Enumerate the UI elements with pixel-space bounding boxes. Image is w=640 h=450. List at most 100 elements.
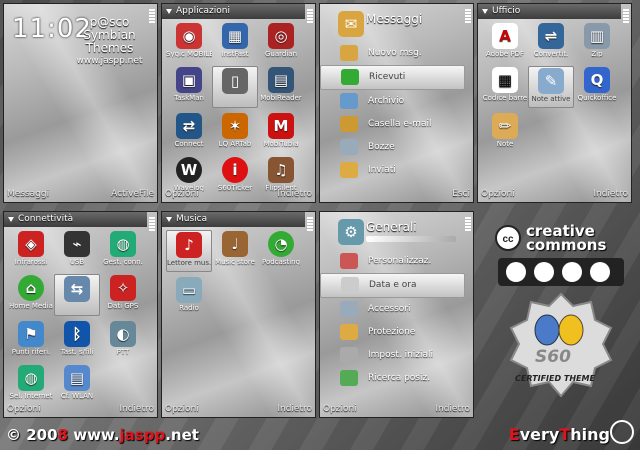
app-note[interactable]: ✏ Note bbox=[482, 112, 528, 152]
softkey-right[interactable]: Indietro bbox=[277, 188, 312, 200]
list-item[interactable]: Casella e-mail bbox=[320, 113, 465, 136]
clock-icon bbox=[341, 277, 359, 293]
app-landmarks[interactable]: ⚑ Punti riferi. bbox=[8, 320, 54, 360]
app-zip[interactable]: ▥ Zip bbox=[574, 22, 620, 62]
softkey-left[interactable]: Opzioni bbox=[165, 404, 199, 414]
softkey-right[interactable]: Indietro bbox=[119, 403, 154, 415]
svg-text:cc: cc bbox=[502, 234, 514, 245]
new-message-icon bbox=[340, 45, 358, 61]
s60-text: S60 bbox=[535, 347, 571, 367]
internet-icon: ◍ bbox=[18, 365, 44, 391]
drafts-icon bbox=[340, 139, 358, 155]
softkey-left[interactable]: Messaggi bbox=[7, 189, 49, 199]
signal-icon bbox=[149, 8, 155, 68]
list-item[interactable]: Archivio bbox=[320, 90, 465, 113]
list-item[interactable]: Accessori bbox=[320, 298, 465, 321]
zip-icon: ▥ bbox=[584, 23, 610, 49]
app-mobireader[interactable]: ▤ MobiReader bbox=[258, 66, 304, 106]
menu-list: Nuovo msg. Ricevuti Archivio Casella e-m… bbox=[320, 42, 465, 182]
app-podcasting[interactable]: ◔ Podcasting bbox=[258, 230, 304, 270]
archive-icon bbox=[340, 93, 358, 109]
personalize-icon bbox=[340, 253, 358, 269]
softkey-right[interactable]: Indietro bbox=[277, 403, 312, 415]
app-grid: ◈ Infrarossi ⌁ USB ◍ Gest. conn. ⌂ Home Medi… bbox=[8, 230, 148, 404]
app-taskman[interactable]: ▣ TaskMan bbox=[166, 66, 212, 106]
everything-icon bbox=[610, 420, 634, 444]
infrared-icon: ◈ bbox=[18, 231, 44, 257]
sent-icon bbox=[340, 162, 358, 178]
list-item[interactable]: Nuovo msg. bbox=[320, 42, 465, 65]
app-wlan[interactable]: ▤ Cf. WLAN bbox=[54, 364, 100, 404]
app-grid: ◉ Sygic MOBILE ▦ InstFast ◎ Guardian ▣ TaskM… bbox=[166, 22, 306, 196]
signal-icon bbox=[307, 8, 313, 68]
app-radio[interactable]: ▭ Radio bbox=[166, 276, 212, 316]
app-active-notes[interactable]: ✎ Note attive bbox=[528, 66, 574, 108]
signal-icon bbox=[623, 8, 629, 68]
list-item[interactable]: Protezione bbox=[320, 321, 465, 344]
barcode-icon: ▦ bbox=[492, 67, 518, 93]
softkey-right[interactable]: Esci bbox=[452, 188, 470, 200]
app-wireless-keyboard[interactable]: ᛒ Tast. s/fili bbox=[54, 320, 100, 360]
app-barcode[interactable]: ▦ Codice barre bbox=[482, 66, 528, 106]
app-connect[interactable]: ⇄ Connect bbox=[166, 112, 212, 152]
list-item[interactable]: Bozze bbox=[320, 136, 465, 159]
ptt-icon: ◐ bbox=[110, 321, 136, 347]
app-instfast[interactable]: ▦ InstFast bbox=[212, 22, 258, 62]
app-internet-select[interactable]: ◍ Sel. Internet bbox=[8, 364, 54, 404]
app-converter[interactable]: ⇌ Convertit. bbox=[528, 22, 574, 62]
app-adobe-pdf[interactable]: A Adobe PDF bbox=[482, 22, 528, 62]
phone-icon: ▯ bbox=[222, 68, 248, 94]
list-item[interactable]: Inviati bbox=[320, 159, 465, 182]
app-guardian[interactable]: ◎ Guardian bbox=[258, 22, 304, 62]
app-lqartab[interactable]: ✶ LQ ARTab bbox=[212, 112, 258, 152]
app-selected[interactable]: ⇆ bbox=[54, 274, 100, 316]
page-title: Messaggi bbox=[366, 12, 423, 26]
app-selected[interactable]: ▯ bbox=[212, 66, 258, 108]
softkey-left[interactable]: Opzioni bbox=[481, 189, 515, 199]
mailbox-icon bbox=[340, 116, 358, 132]
signal-icon bbox=[465, 8, 471, 68]
everything-logo: EveryThing bbox=[508, 425, 610, 444]
softkey-left[interactable]: Opzioni bbox=[165, 189, 199, 199]
app-home-media[interactable]: ⌂ Home Media bbox=[8, 274, 54, 314]
softkey-right[interactable]: Indietro bbox=[435, 403, 470, 415]
taskman-icon: ▣ bbox=[176, 67, 202, 93]
signal-icon bbox=[307, 216, 313, 276]
converter-icon: ⇌ bbox=[538, 23, 564, 49]
podcast-icon: ◔ bbox=[268, 231, 294, 257]
app-music-store[interactable]: ♩ Music store bbox=[212, 230, 258, 270]
screen-ufficio: Ufficio A Adobe PDF ⇌ Convertit. ▥ Zip ▦ Cod… bbox=[477, 3, 632, 203]
header: Ufficio bbox=[478, 4, 621, 19]
list-item[interactable]: Personalizzaz. bbox=[320, 250, 465, 273]
softkey-right[interactable]: ActiveFile bbox=[111, 188, 154, 200]
app-usb[interactable]: ⌁ USB bbox=[54, 230, 100, 270]
sync-icon: ⇆ bbox=[64, 276, 90, 302]
softkey-left[interactable]: Opzioni bbox=[7, 404, 41, 414]
list-item[interactable]: Data e ora bbox=[320, 273, 465, 298]
app-ptt[interactable]: ◐ PTT bbox=[100, 320, 146, 360]
softkey-left[interactable]: Opzioni bbox=[323, 404, 357, 414]
screen-connettivita: Connettività ◈ Infrarossi ⌁ USB ◍ Gest. con… bbox=[3, 211, 158, 418]
list-item[interactable]: Ricevuti bbox=[320, 65, 465, 90]
menu-list: Personalizzaz. Data e ora Accessori Prot… bbox=[320, 250, 465, 390]
wavelog-icon: W bbox=[176, 157, 202, 183]
app-infrared[interactable]: ◈ Infrarossi bbox=[8, 230, 54, 270]
softkeys: Opzioni Indietro bbox=[165, 188, 312, 200]
app-sygic[interactable]: ◉ Sygic MOBILE bbox=[166, 22, 212, 62]
app-grid: A Adobe PDF ⇌ Convertit. ▥ Zip ▦ Codice barr… bbox=[482, 22, 622, 152]
screen-musica: Musica ♪ Lettore mus. ♩ Music store ◔ Podca… bbox=[161, 211, 316, 418]
sygic-icon: ◉ bbox=[176, 23, 202, 49]
artab-icon: ✶ bbox=[222, 113, 248, 139]
list-item[interactable]: Ricerca posiz. bbox=[320, 367, 465, 390]
app-music-player[interactable]: ♪ Lettore mus. bbox=[166, 230, 212, 272]
list-item[interactable]: Impost. iniziali bbox=[320, 344, 465, 367]
softkey-right[interactable]: Indietro bbox=[593, 188, 628, 200]
signal-icon bbox=[465, 216, 471, 276]
app-conn-manager[interactable]: ◍ Gest. conn. bbox=[100, 230, 146, 270]
quickoffice-icon: Q bbox=[584, 67, 610, 93]
connect-icon: ⇄ bbox=[176, 113, 202, 139]
app-quickoffice[interactable]: Q Quickoffice bbox=[574, 66, 620, 106]
app-mobitubia[interactable]: M MobiTubia bbox=[258, 112, 304, 152]
app-gps-data[interactable]: ✧ Dati GPS bbox=[100, 274, 146, 314]
app-grid: ♪ Lettore mus. ♩ Music store ◔ Podcasting ▭… bbox=[166, 230, 306, 316]
